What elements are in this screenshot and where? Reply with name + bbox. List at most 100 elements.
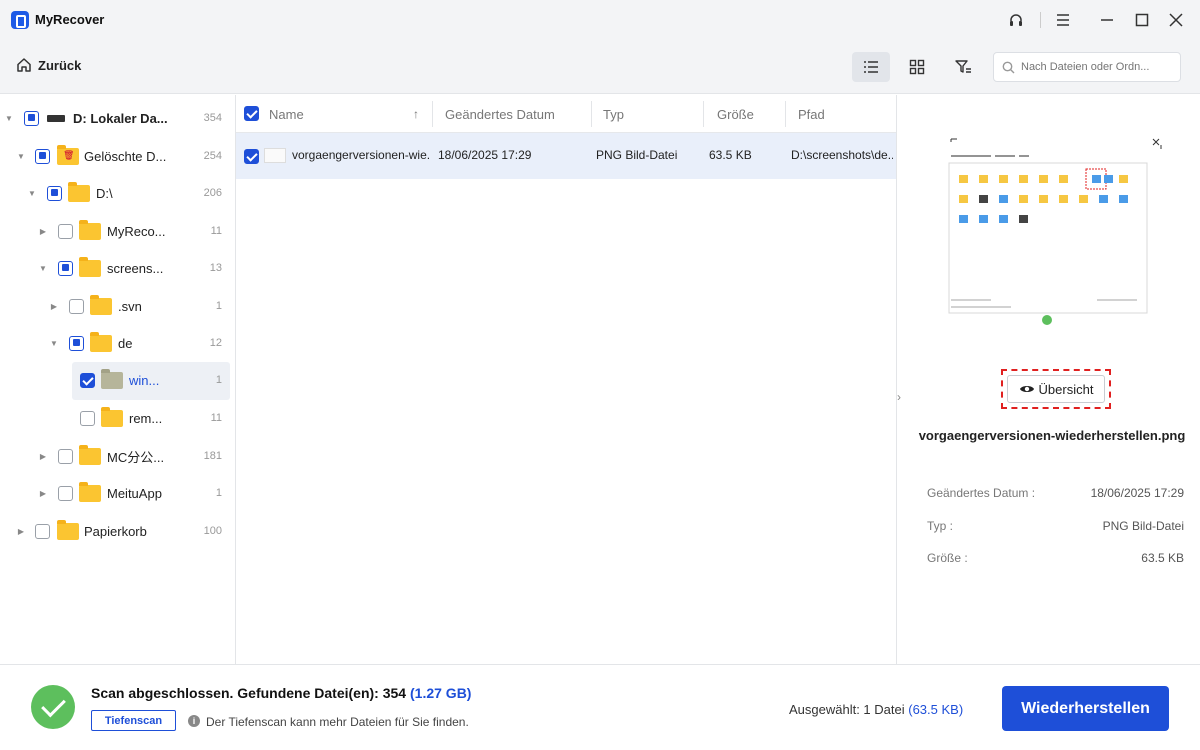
expand-arrow-icon[interactable]: ▶ — [49, 302, 59, 311]
maximize-icon[interactable] — [1130, 8, 1154, 32]
column-header-size[interactable]: Größe — [717, 107, 754, 122]
tree-item-meituapp[interactable]: ▶ MeituApp 1 — [0, 475, 236, 511]
back-button-label: Zurück — [38, 57, 82, 73]
sort-arrow-icon[interactable]: ↑ — [413, 107, 419, 121]
expand-arrow-icon[interactable]: ▼ — [4, 114, 14, 123]
meta-value-size: 63.5 KB — [1141, 551, 1184, 565]
menu-icon[interactable] — [1051, 8, 1075, 32]
expand-arrow-icon[interactable]: ▶ — [38, 227, 48, 236]
tree-item-count: 254 — [203, 150, 222, 162]
tree-item-svn[interactable]: ▶ .svn 1 — [0, 288, 236, 324]
tree-item-d-root[interactable]: ▼ D:\ 206 — [0, 175, 236, 211]
expand-arrow-icon[interactable]: ▼ — [49, 339, 59, 348]
tree-item-mc[interactable]: ▶ MC分公... 181 — [0, 438, 236, 474]
deep-scan-button[interactable]: Tiefenscan — [91, 710, 176, 731]
row-checkbox[interactable] — [244, 149, 259, 164]
search-box[interactable] — [993, 52, 1181, 82]
tree-checkbox[interactable] — [58, 260, 73, 276]
expand-arrow-icon[interactable]: ▼ — [38, 264, 48, 273]
tree-item-rem[interactable]: rem... 11 — [0, 400, 236, 436]
app-logo-icon — [11, 11, 29, 29]
preview-filename: vorgaengerversionen-wiederherstellen.png — [918, 428, 1186, 443]
recover-button[interactable]: Wiederherstellen — [1002, 686, 1169, 731]
meta-value-type: PNG Bild-Datei — [1102, 519, 1184, 533]
column-separator[interactable] — [703, 101, 704, 127]
tree-item-count: 11 — [210, 225, 222, 237]
tree-checkbox[interactable] — [47, 185, 62, 201]
tree-item-count: 11 — [210, 412, 222, 424]
tree-item-count: 181 — [203, 450, 222, 462]
column-header-type[interactable]: Typ — [603, 107, 624, 122]
tree-item-deleted-files[interactable]: ▼ Gelöschte D... 254 — [0, 138, 236, 174]
overview-button[interactable]: Übersicht — [1007, 375, 1105, 403]
minimize-icon[interactable] — [1095, 8, 1119, 32]
home-icon — [17, 58, 31, 72]
close-icon[interactable] — [1164, 8, 1188, 32]
tree-item-count: 12 — [209, 337, 222, 349]
column-header-name[interactable]: Name — [269, 107, 304, 122]
tree-checkbox[interactable] — [58, 448, 73, 464]
expand-arrow-icon[interactable]: ▼ — [16, 152, 26, 161]
column-separator[interactable] — [785, 101, 786, 127]
tree-item-papierkorb[interactable]: ▶ Papierkorb 100 — [0, 513, 236, 549]
column-header-path[interactable]: Pfad — [798, 107, 825, 122]
expand-arrow-icon[interactable]: ▼ — [27, 189, 37, 198]
preview-image — [947, 135, 1167, 325]
meta-label-date: Geändertes Datum : — [927, 486, 1036, 500]
headset-support-icon[interactable] — [1004, 8, 1028, 32]
expand-arrow-icon[interactable]: ▶ — [16, 527, 26, 536]
tree-item-count: 1 — [215, 300, 222, 312]
tree-checkbox[interactable] — [80, 372, 95, 388]
app-title: MyRecover — [35, 12, 105, 27]
file-date: 18/06/2025 17:29 — [438, 148, 532, 162]
grid-view-icon — [909, 59, 925, 75]
overview-highlight-frame: Übersicht — [1001, 369, 1111, 409]
column-header-date[interactable]: Geändertes Datum — [445, 107, 555, 122]
column-separator[interactable] — [432, 101, 433, 127]
tree-checkbox[interactable] — [35, 148, 50, 164]
tree-checkbox[interactable] — [58, 485, 73, 501]
meta-label-size: Größe : — [927, 551, 968, 565]
list-view-button[interactable] — [852, 52, 890, 82]
table-row[interactable]: vorgaengerversionen-wie... 18/06/2025 17… — [236, 133, 896, 179]
tree-item-myrecover[interactable]: ▶ MyReco... 11 — [0, 213, 236, 249]
tree-item-label: MC分公... — [107, 449, 165, 465]
tree-item-label: de — [118, 335, 133, 351]
expand-arrow-icon[interactable]: ▶ — [38, 452, 48, 461]
meta-label-type: Typ : — [927, 519, 954, 533]
expand-arrow-icon[interactable]: ▶ — [38, 489, 48, 498]
tree-item-de[interactable]: ▼ de 12 — [0, 325, 236, 361]
folder-icon — [79, 256, 101, 277]
deleted-folder-icon — [57, 144, 79, 165]
tree-checkbox[interactable] — [35, 523, 50, 539]
back-button[interactable]: Zurück — [16, 57, 81, 73]
tree-item-label: D: Lokaler Da... — [73, 110, 168, 126]
tree-checkbox[interactable] — [58, 223, 73, 239]
preview-panel: › Übersicht vorgaengerversionen-wiederhe… — [896, 95, 1200, 664]
select-all-checkbox[interactable] — [244, 106, 259, 121]
title-separator — [1040, 12, 1041, 28]
list-view-icon — [864, 61, 878, 73]
column-separator[interactable] — [591, 101, 592, 127]
grid-view-button[interactable] — [898, 52, 936, 82]
tree-item-drive-d[interactable]: ▼ D: Lokaler Da... 354 — [0, 100, 236, 136]
tree-item-screenshots[interactable]: ▼ screens... 13 — [0, 250, 236, 286]
tree-item-count: 206 — [203, 187, 222, 199]
filter-button[interactable] — [945, 52, 983, 82]
tree-checkbox[interactable] — [24, 110, 39, 126]
tree-item-label: screens... — [107, 260, 164, 276]
tree-checkbox[interactable] — [69, 298, 84, 314]
search-input[interactable] — [1021, 61, 1171, 73]
tree-checkbox[interactable] — [69, 335, 84, 351]
folder-icon — [79, 481, 101, 502]
info-icon: i — [188, 715, 200, 727]
file-name: vorgaengerversionen-wie... — [292, 148, 430, 162]
tree-item-win[interactable]: win... 1 — [0, 362, 236, 400]
tree-checkbox[interactable] — [80, 410, 95, 426]
tree-item-count: 1 — [215, 487, 222, 499]
tree-item-label: rem... — [129, 410, 163, 426]
collapse-panel-icon[interactable]: › — [897, 390, 901, 404]
scan-summary-size: (1.27 GB) — [410, 685, 472, 701]
tree-item-label: D:\ — [96, 185, 113, 201]
tree-item-count: 354 — [203, 112, 222, 124]
